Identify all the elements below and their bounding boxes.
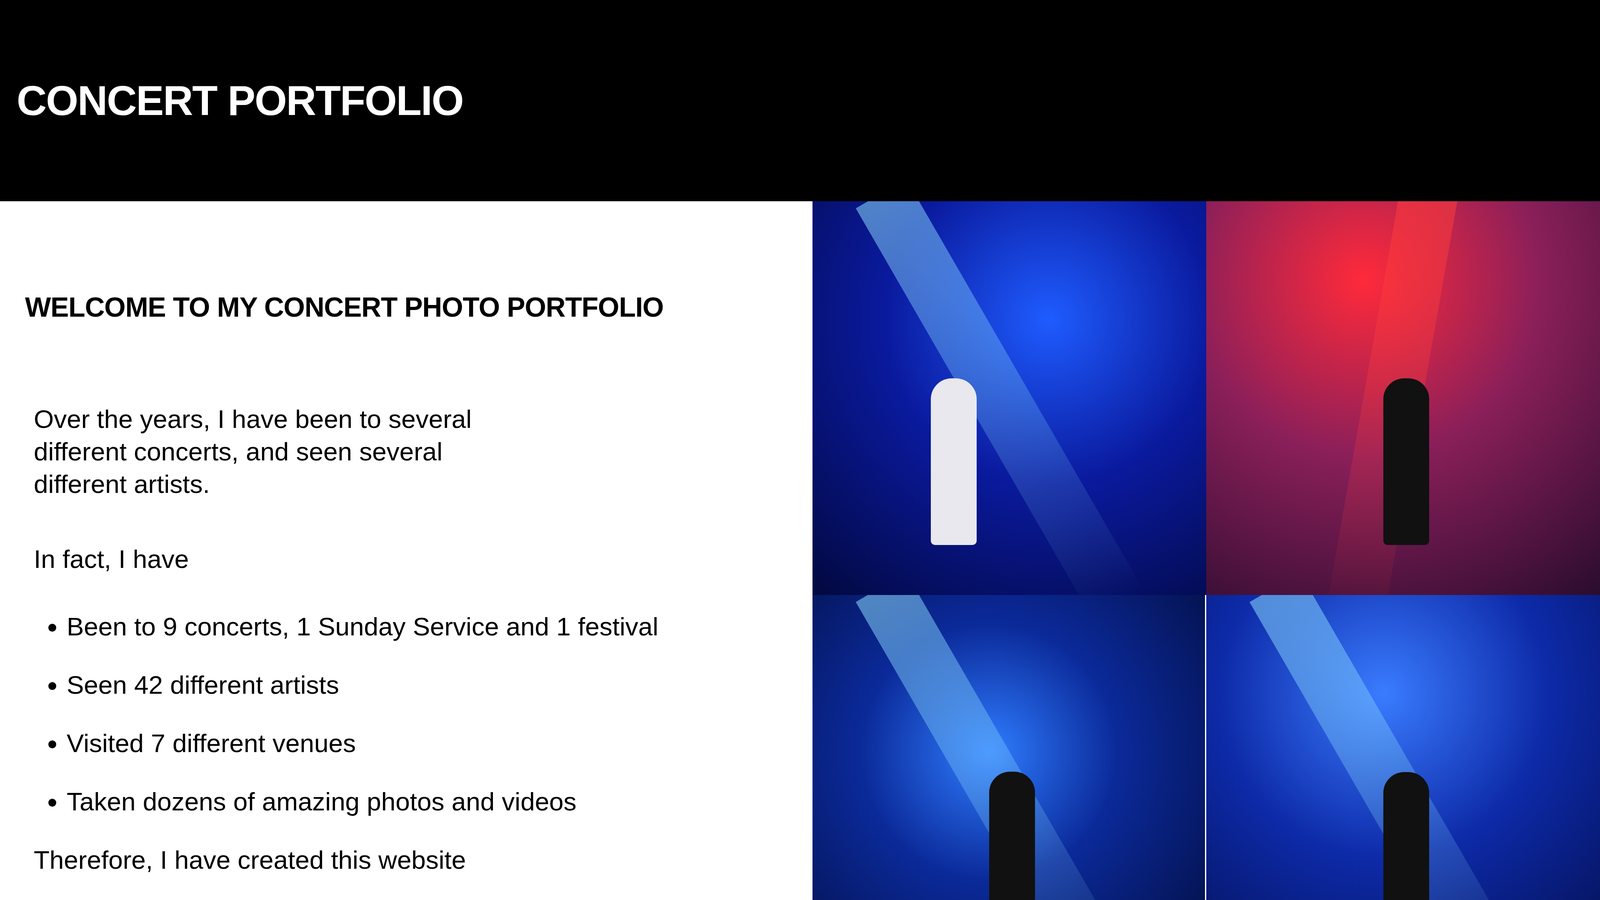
stage-light [855,201,1143,595]
stats-item: Been to 9 concerts, 1 Sunday Service and… [66,610,788,643]
stats-item: Seen 42 different artists [66,668,788,702]
concert-photo[interactable] [1206,595,1600,900]
concert-photo[interactable] [812,201,1207,595]
performer-silhouette [989,771,1035,900]
page: CONCERT PORTFOLIO WELCOME TO MY CONCERT P… [0,0,1600,900]
performer-silhouette [930,378,977,545]
photo-gallery [812,201,1600,900]
intro-paragraph: In fact, I have [25,542,788,576]
stats-list: Been to 9 concerts, 1 Sunday Service and… [25,610,788,818]
intro-heading: WELCOME TO MY CONCERT PHOTO PORTFOLIO [25,290,788,324]
performer-silhouette [1383,378,1430,545]
main-content: WELCOME TO MY CONCERT PHOTO PORTFOLIO Ove… [0,201,1600,900]
stats-item: Taken dozens of amazing photos and video… [66,785,788,818]
site-header: CONCERT PORTFOLIO [0,0,1600,202]
concert-photo[interactable] [812,595,1207,900]
site-title[interactable]: CONCERT PORTFOLIO [16,76,464,125]
closing-paragraph: Therefore, I have created this website [25,843,788,877]
performer-silhouette [1383,772,1430,900]
concert-photo[interactable] [1206,201,1600,595]
stats-item: Visited 7 different venues [66,727,788,760]
intro-section: WELCOME TO MY CONCERT PHOTO PORTFOLIO Ove… [0,201,813,900]
intro-paragraph: Over the years, I have been to several d… [25,402,509,501]
